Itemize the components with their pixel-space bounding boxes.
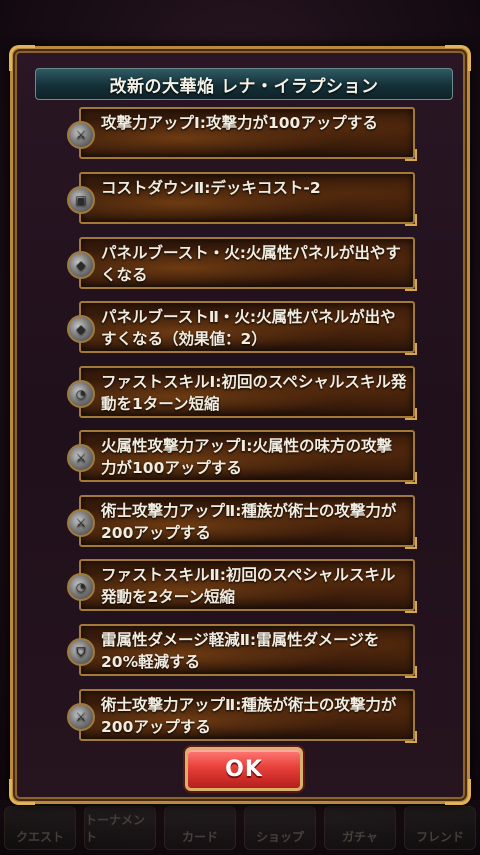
skill-text: 火属性攻撃力アップⅠ:火属性の味方の攻撃力が100アップする bbox=[101, 437, 392, 477]
clock-icon: ◔ bbox=[67, 573, 95, 601]
panel-icon: ◆ bbox=[67, 251, 95, 279]
skill-item: ⚔ 火属性攻撃力アップⅠ:火属性の味方の攻撃力が100アップする bbox=[67, 430, 417, 484]
skill-text: 雷属性ダメージ軽減Ⅱ:雷属性ダメージを20%軽減する bbox=[101, 631, 380, 671]
skill-item: ⚔ 攻撃力アップⅠ:攻撃力が100アップする bbox=[67, 107, 417, 161]
skill-text: 術士攻撃力アップⅡ:種族が術士の攻撃力が200アップする bbox=[101, 696, 397, 736]
skill-item: ▣ コストダウンⅡ:デッキコスト-2 bbox=[67, 172, 417, 226]
skill-text: 術士攻撃力アップⅡ:種族が術士の攻撃力が200アップする bbox=[101, 502, 397, 542]
nav-shop[interactable]: ショップ bbox=[244, 805, 316, 850]
nav-quest[interactable]: クエスト bbox=[4, 805, 76, 850]
sword-icon: ⚔ bbox=[67, 121, 95, 149]
skill-text: コストダウンⅡ:デッキコスト-2 bbox=[101, 179, 321, 197]
skill-text: ファストスキルⅠ:初回のスペシャルスキル発動を1ターン短縮 bbox=[101, 373, 407, 413]
skill-item: ◆ パネルブースト・火:火属性パネルが出やすくなる bbox=[67, 237, 417, 291]
frame-ornament bbox=[9, 45, 35, 71]
shield-icon: ⛉ bbox=[67, 638, 95, 666]
nav-card[interactable]: カード bbox=[164, 805, 236, 850]
sword-icon: ⚔ bbox=[67, 444, 95, 472]
skill-item: ⚔ 術士攻撃力アップⅡ:種族が術士の攻撃力が200アップする bbox=[67, 689, 417, 743]
panel-icon: ◆ bbox=[67, 315, 95, 343]
skill-item: ◔ ファストスキルⅡ:初回のスペシャルスキル発動を2ターン短縮 bbox=[67, 559, 417, 613]
dialog-title: 改新の大華焔 レナ・イラプション bbox=[35, 68, 453, 100]
skill-text: ファストスキルⅡ:初回のスペシャルスキル発動を2ターン短縮 bbox=[101, 566, 396, 606]
skill-item: ⚔ 術士攻撃力アップⅡ:種族が術士の攻撃力が200アップする bbox=[67, 495, 417, 549]
skill-item: ◆ パネルブーストⅡ・火:火属性パネルが出やすくなる（効果値：2） bbox=[67, 301, 417, 355]
bottom-nav: クエスト トーナメント カード ショップ ガチャ フレンド bbox=[0, 800, 480, 855]
skill-item: ⛉ 雷属性ダメージ軽減Ⅱ:雷属性ダメージを20%軽減する bbox=[67, 624, 417, 678]
ok-button[interactable]: OK bbox=[185, 747, 303, 791]
skill-dialog: 改新の大華焔 レナ・イラプション ⚔ 攻撃力アップⅠ:攻撃力が100アップする … bbox=[9, 45, 471, 805]
nav-friend[interactable]: フレンド bbox=[404, 805, 476, 850]
skill-text: パネルブーストⅡ・火:火属性パネルが出やすくなる（効果値：2） bbox=[101, 308, 396, 348]
sword-icon: ⚔ bbox=[67, 703, 95, 731]
sword-icon: ⚔ bbox=[67, 509, 95, 537]
skill-item: ◔ ファストスキルⅠ:初回のスペシャルスキル発動を1ターン短縮 bbox=[67, 366, 417, 420]
skill-text: 攻撃力アップⅠ:攻撃力が100アップする bbox=[101, 114, 378, 132]
skill-text: パネルブースト・火:火属性パネルが出やすくなる bbox=[101, 244, 401, 284]
nav-tournament[interactable]: トーナメント bbox=[84, 805, 156, 850]
frame-ornament bbox=[445, 779, 471, 805]
frame-ornament bbox=[9, 779, 35, 805]
clock-icon: ◔ bbox=[67, 380, 95, 408]
nav-gacha[interactable]: ガチャ bbox=[324, 805, 396, 850]
card-icon: ▣ bbox=[67, 186, 95, 214]
